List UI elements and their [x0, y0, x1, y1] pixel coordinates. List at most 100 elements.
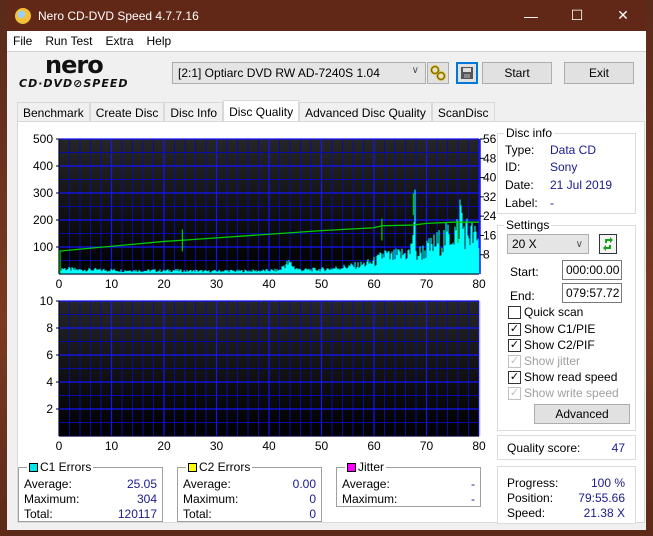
exit-button[interactable]: Exit — [564, 62, 634, 84]
quick-scan-checkbox[interactable]: Quick scan — [508, 305, 583, 319]
x-tick-label: 40 — [262, 277, 276, 291]
quality-score-value: 47 — [611, 441, 625, 455]
c1-average-value: 25.05 — [126, 477, 157, 491]
start-time-field[interactable]: 000:00.00 — [562, 260, 622, 280]
x-tick-label: 30 — [210, 277, 224, 291]
jitter-maximum-value: - — [471, 492, 475, 506]
c2-average-value: 0.00 — [292, 477, 316, 491]
logo-cd-dvd-speed-text: CD·DVD⊘SPEED — [19, 77, 129, 90]
speed-select-value: 20 X — [512, 237, 537, 251]
save-button[interactable] — [456, 62, 478, 84]
label-value: - — [550, 196, 554, 210]
end-time-field[interactable]: 079:57.72 — [562, 283, 622, 303]
c2-average-label: Average: — [183, 477, 231, 491]
show-c2-pif-checkbox[interactable]: ✓ Show C2/PIF — [508, 338, 595, 352]
speed-label: Speed: — [507, 506, 546, 520]
y-tick-label: 2 — [46, 402, 53, 416]
show-jitter-checkbox[interactable]: ✓ Show jitter — [508, 354, 580, 368]
y-tick-label: 200 — [33, 213, 53, 227]
menu-bar: File Run Test Extra Help — [7, 31, 646, 51]
maximize-button[interactable]: ☐ — [554, 0, 600, 31]
x-tick-label: 50 — [315, 439, 329, 453]
refresh-speed-button[interactable] — [599, 234, 617, 254]
chevron-down-icon: ∨ — [575, 238, 583, 250]
settings-group: Settings 20 X ∨ Start: 000:00.00 End: 07… — [497, 218, 636, 431]
show-c1-pie-label: Show C1/PIE — [524, 322, 596, 336]
x-tick-label: 0 — [56, 439, 63, 453]
drive-settings-button[interactable] — [427, 62, 449, 84]
drive-select-value: [2:1] Optiarc DVD RW AD-7240S 1.04 — [178, 66, 380, 80]
menu-file[interactable]: File — [7, 34, 39, 48]
y2-tick-label: 16 — [483, 228, 497, 242]
tab-disc-quality[interactable]: Disc Quality — [223, 100, 300, 122]
show-write-speed-checkbox[interactable]: ✓ Show write speed — [508, 386, 619, 400]
nero-app-icon — [15, 7, 31, 24]
label-label: Label: — [505, 196, 538, 210]
minimize-button[interactable]: — — [508, 0, 554, 31]
checkmark-icon: ✓ — [508, 338, 521, 352]
progress-group: Progress: 100 % Position: 79:55.66 Speed… — [497, 466, 636, 524]
c2-errors-chart: 2 4 6 8 10 0 10 20 30 40 50 60 70 80 — [40, 294, 486, 453]
close-button[interactable]: ✕ — [600, 0, 646, 31]
position-label: Position: — [507, 491, 554, 505]
show-c2-pif-label: Show C2/PIF — [524, 338, 595, 352]
menu-run-test[interactable]: Run Test — [39, 34, 99, 48]
id-value: Sony — [550, 160, 578, 174]
tab-create-disc[interactable]: Create Disc — [89, 102, 165, 122]
date-label: Date: — [505, 178, 534, 192]
jitter-average-value: - — [471, 477, 475, 491]
y2-tick-label: 8 — [483, 248, 490, 262]
position-value: 79:55.66 — [578, 491, 625, 505]
drive-select[interactable]: [2:1] Optiarc DVD RW AD-7240S 1.04 ∨ — [172, 62, 426, 84]
y-tick-label: 10 — [40, 294, 54, 308]
c1-maximum-value: 304 — [136, 492, 157, 506]
nero-logo: nero CD·DVD⊘SPEED — [17, 51, 137, 93]
c2-maximum-label: Maximum: — [183, 492, 239, 506]
jitter-color-swatch — [347, 462, 356, 472]
menu-extra[interactable]: Extra — [99, 34, 140, 48]
x-tick-label: 60 — [367, 439, 381, 453]
x-tick-label: 20 — [157, 439, 171, 453]
title-bar[interactable]: Nero CD-DVD Speed 4.7.7.16 — ☐ ✕ — [7, 0, 646, 31]
y2-tick-label: 24 — [483, 209, 497, 223]
tab-advanced-disc-quality[interactable]: Advanced Disc Quality — [299, 102, 432, 122]
settings-title: Settings — [504, 218, 552, 232]
c1-average-label: Average: — [24, 477, 72, 491]
tab-benchmark[interactable]: Benchmark — [17, 102, 90, 122]
x-tick-label: 50 — [315, 277, 329, 291]
tab-bar: Benchmark Create Disc Disc Info Disc Qua… — [17, 100, 495, 122]
show-write-speed-label: Show write speed — [524, 386, 619, 400]
chain-link-icon — [430, 65, 446, 81]
c1-errors-group: C1 Errors Average: 25.05 Maximum: 304 To… — [18, 460, 163, 522]
x-tick-label: 80 — [472, 439, 486, 453]
y2-tick-label: 56 — [483, 132, 497, 146]
x-tick-label: 60 — [367, 277, 381, 291]
chevron-down-icon: ∨ — [411, 65, 419, 76]
jitter-maximum-label: Maximum: — [342, 492, 398, 506]
c1-errors-title: C1 Errors — [27, 460, 94, 474]
x-tick-label: 0 — [56, 277, 63, 291]
type-label: Type: — [505, 143, 535, 157]
app-window: Nero CD-DVD Speed 4.7.7.16 — ☐ ✕ File Ru… — [7, 0, 646, 530]
progress-label: Progress: — [507, 476, 559, 490]
advanced-button[interactable]: Advanced — [534, 404, 630, 424]
jitter-group: Jitter Average: - Maximum: - — [336, 460, 481, 507]
progress-value: 100 % — [590, 476, 625, 490]
c1-errors-chart: 100 200 300 400 500 0 10 20 30 40 50 60 70 80 8 16 24 32 4… — [33, 132, 497, 291]
logo-nero-text: nero — [45, 51, 104, 79]
y2-tick-label: 40 — [483, 171, 497, 185]
id-label: ID: — [505, 160, 521, 174]
quality-score-label: Quality score: — [507, 441, 581, 455]
tab-disc-info[interactable]: Disc Info — [164, 102, 224, 122]
c1-maximum-label: Maximum: — [24, 492, 80, 506]
speed-select[interactable]: 20 X ∨ — [507, 234, 589, 254]
tab-scandisc[interactable]: ScanDisc — [431, 102, 495, 122]
start-button[interactable]: Start — [482, 62, 552, 84]
c2-maximum-value: 0 — [309, 492, 316, 506]
show-c1-pie-checkbox[interactable]: ✓ Show C1/PIE — [508, 322, 595, 336]
x-tick-label: 80 — [472, 277, 486, 291]
show-read-speed-checkbox[interactable]: ✓ Show read speed — [508, 370, 617, 384]
jitter-title-text: Jitter — [358, 460, 385, 474]
menu-help[interactable]: Help — [141, 34, 179, 48]
floppy-disk-icon — [461, 67, 473, 79]
